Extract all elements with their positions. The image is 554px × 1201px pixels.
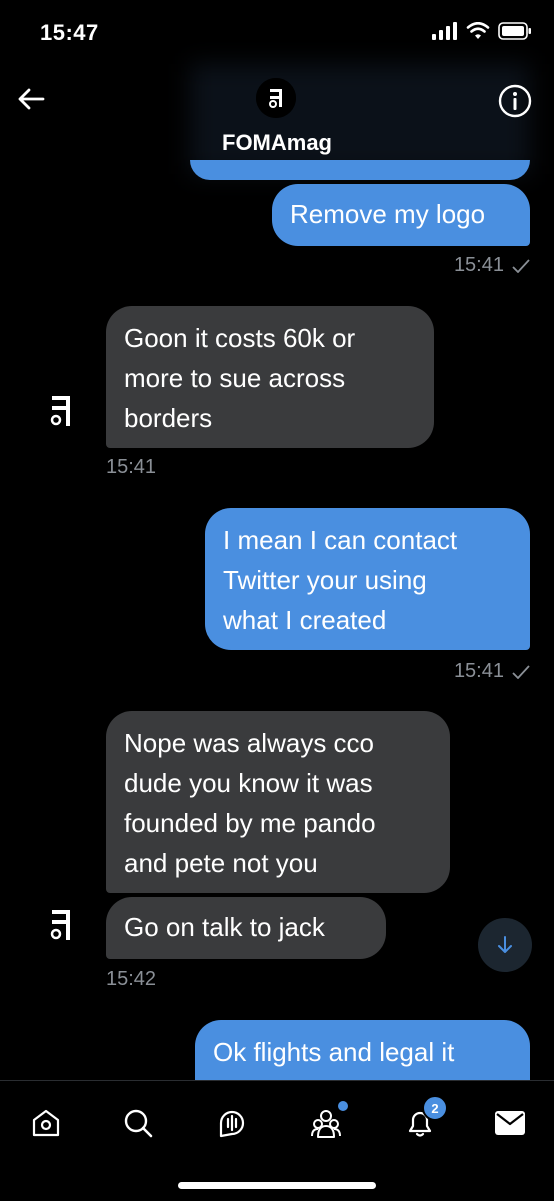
message-line: Twitter your using: [223, 565, 427, 595]
new-indicator-dot: [336, 1099, 350, 1113]
status-time: 15:47: [40, 20, 99, 45]
message-line: founded by me pando: [124, 808, 376, 838]
message-text: Remove my logo: [290, 199, 486, 229]
nav-spaces[interactable]: [210, 1101, 254, 1145]
arrow-left-icon: [18, 88, 45, 110]
nav-notifications[interactable]: 2: [398, 1095, 448, 1145]
message-line: and pete not you: [124, 848, 318, 878]
message-bubble-incoming[interactable]: Nope was always cco dude you know it was…: [106, 711, 450, 893]
home-icon: [32, 1109, 60, 1137]
search-icon: [124, 1109, 153, 1138]
conversation-name[interactable]: FOMAmag: [0, 130, 554, 156]
back-button[interactable]: [14, 82, 48, 116]
sender-avatar-icon[interactable]: [44, 392, 78, 432]
home-indicator: [178, 1182, 376, 1189]
wifi-icon: [466, 22, 490, 39]
avatar[interactable]: [256, 78, 296, 118]
message-text: Go on talk to jack: [124, 912, 325, 942]
message-bubble-outgoing[interactable]: Ok flights and legal it: [195, 1020, 530, 1082]
signal-icon: [432, 22, 457, 40]
message-time: 15:42: [106, 968, 157, 990]
message-bubble-incoming[interactable]: Goon it costs 60k or more to sue across …: [106, 306, 434, 448]
message-bubble-outgoing[interactable]: I mean I can contact Twitter your using …: [205, 508, 530, 650]
message-line: Nope was always cco: [124, 728, 374, 758]
message-line: Goon it costs 60k or: [124, 323, 356, 353]
message-time: 15:41: [106, 456, 157, 478]
message-bubble-incoming[interactable]: Go on talk to jack: [106, 897, 386, 959]
nav-messages[interactable]: [488, 1101, 532, 1145]
info-button[interactable]: [498, 84, 532, 118]
spaces-icon: [219, 1110, 245, 1138]
message-bubble-partial: [190, 160, 530, 180]
nav-home[interactable]: [24, 1101, 68, 1145]
fomamag-logo-icon: [256, 78, 296, 118]
info-icon: [498, 84, 532, 118]
sender-avatar-icon[interactable]: [44, 906, 78, 946]
arrow-down-icon: [498, 936, 512, 953]
message-text: Ok flights and legal it: [213, 1037, 455, 1067]
battery-icon: [498, 22, 531, 40]
message-meta: 15:41: [454, 254, 530, 277]
message-meta: 15:41: [106, 456, 156, 479]
message-meta: 15:41: [454, 660, 530, 683]
message-bubble-outgoing[interactable]: Remove my logo: [272, 184, 530, 246]
scroll-down-button[interactable]: [478, 918, 532, 972]
message-line: borders: [124, 403, 213, 433]
check-icon: [512, 258, 530, 273]
nav-communities[interactable]: [304, 1099, 350, 1145]
message-line: more to sue across: [124, 363, 346, 393]
message-line: I mean I can contact: [223, 525, 458, 555]
messages-icon: [495, 1111, 525, 1135]
message-line: what I created: [223, 605, 387, 635]
conversation-name-text: FOMAmag: [222, 130, 332, 155]
notifications-badge: 2: [422, 1095, 448, 1121]
header-blur: [190, 64, 530, 174]
message-meta: 15:42: [106, 968, 156, 991]
message-time: 15:41: [453, 254, 504, 276]
status-bar: 15:47: [0, 0, 554, 64]
status-icons: [432, 22, 532, 40]
message-time: 15:41: [453, 660, 504, 682]
conversation-header: FOMAmag: [0, 64, 554, 174]
nav-search[interactable]: [116, 1101, 160, 1145]
message-line: dude you know it was: [124, 768, 373, 798]
check-icon: [512, 664, 530, 679]
